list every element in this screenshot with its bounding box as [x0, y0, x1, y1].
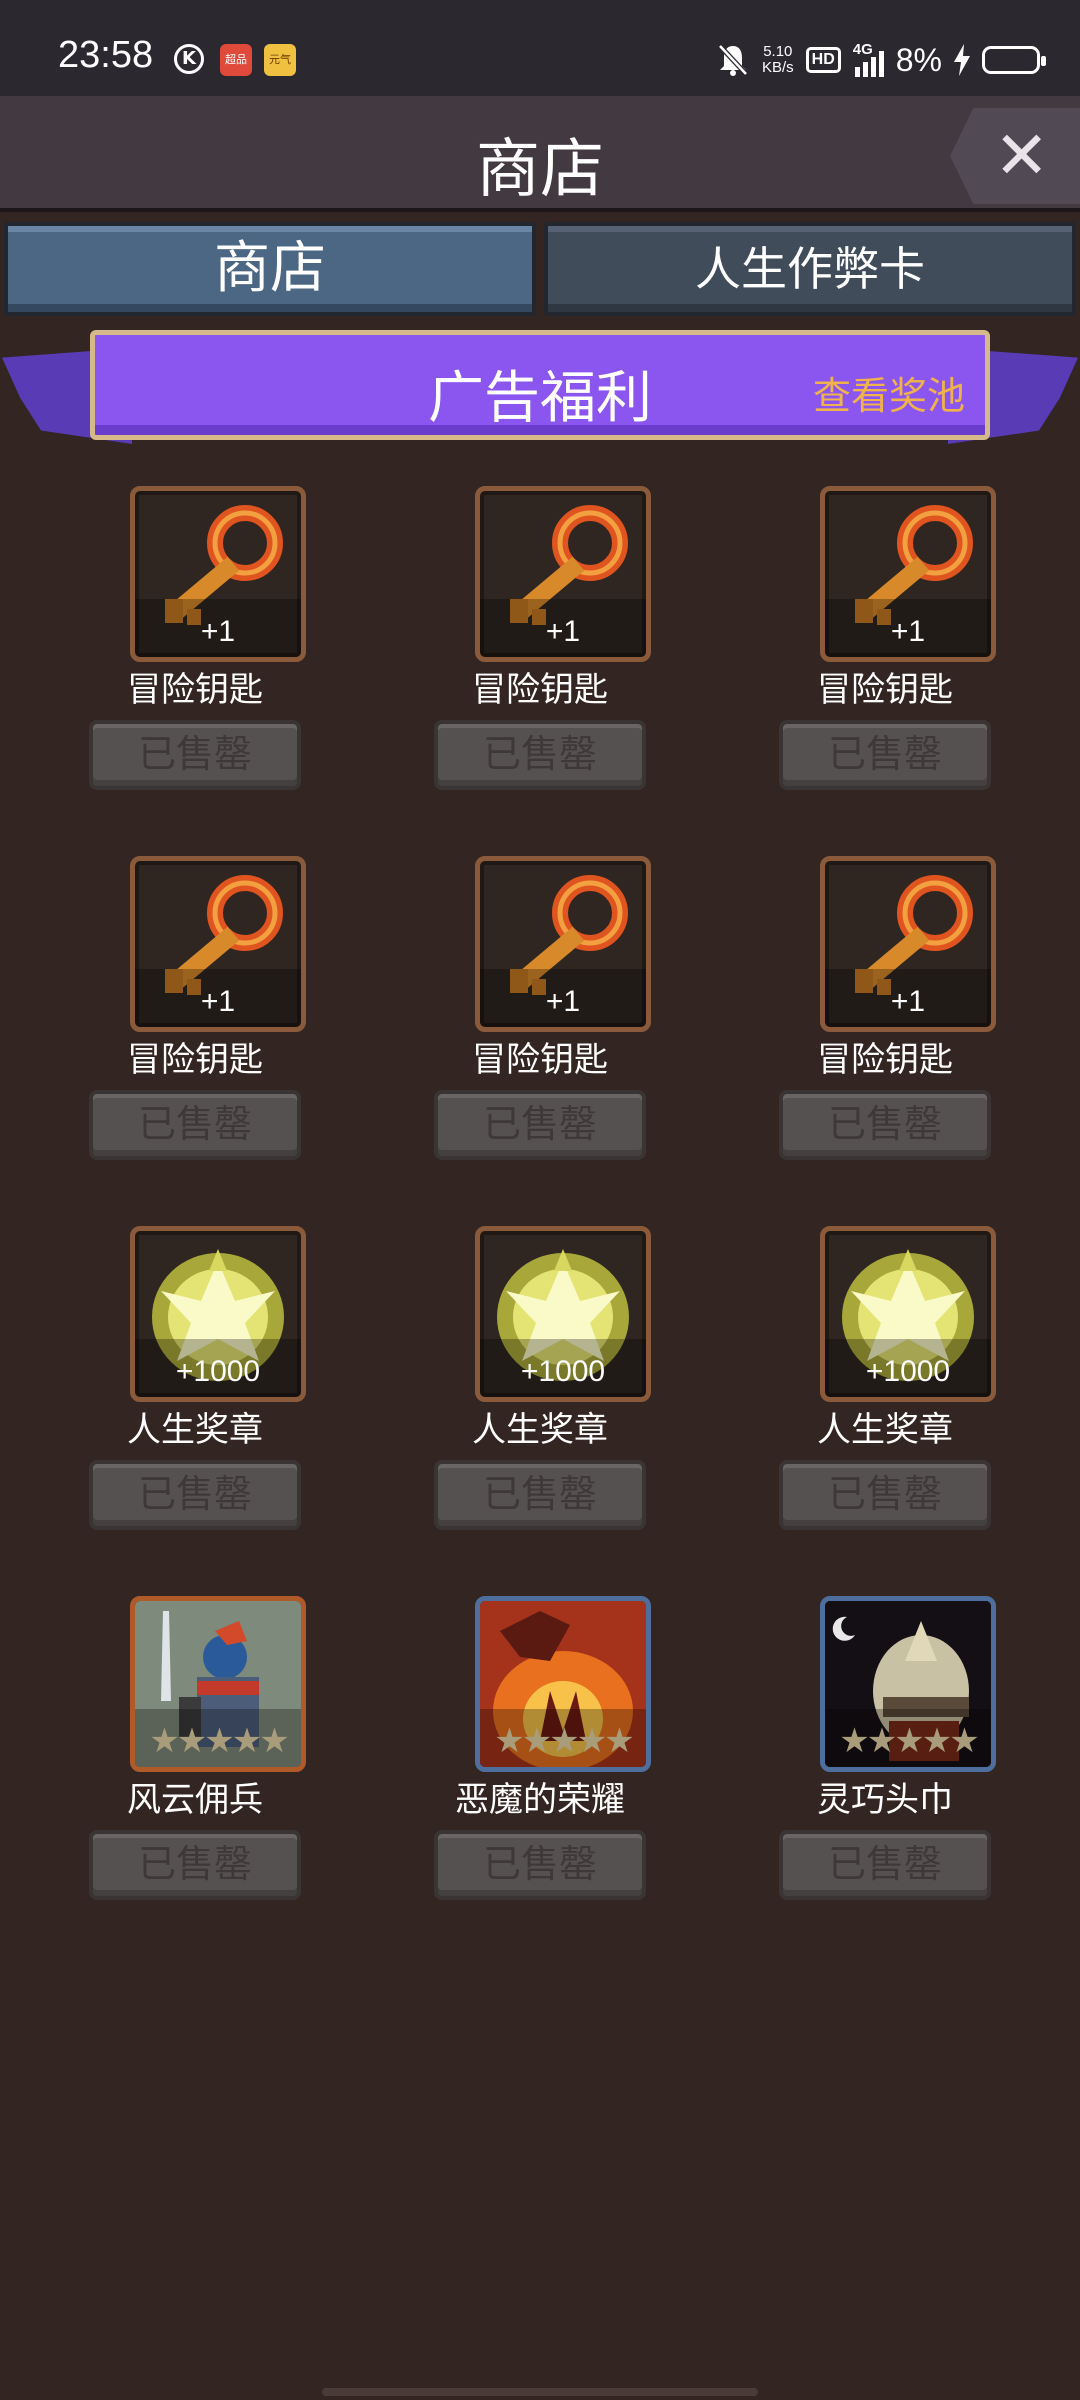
- page-title: 商店: [476, 133, 604, 207]
- item-icon-frame: +1: [130, 486, 306, 662]
- mute-bell-icon: [718, 44, 748, 76]
- shop-item[interactable]: ★★★★★ 风云佣兵 已售罄: [65, 1592, 325, 1902]
- ad-welfare-banner: 广告福利 查看奖池: [0, 326, 1080, 466]
- sold-out-button[interactable]: 已售罄: [89, 1460, 301, 1530]
- item-quantity: +1: [200, 985, 236, 1018]
- banner-plate: 广告福利 查看奖池: [90, 330, 990, 440]
- hd-badge: HD: [805, 47, 841, 73]
- sold-out-button[interactable]: 已售罄: [434, 1090, 646, 1160]
- status-time: 23:58: [58, 34, 154, 76]
- close-button[interactable]: ✕: [950, 108, 1080, 204]
- shop-item[interactable]: +1 冒险钥匙 已售罄: [65, 482, 325, 792]
- item-name: 人生奖章: [472, 1410, 608, 1450]
- item-name: 人生奖章: [127, 1410, 263, 1450]
- shop-item[interactable]: +1000 人生奖章 已售罄: [755, 1222, 1015, 1532]
- tab-shop[interactable]: 商店: [4, 222, 536, 316]
- sold-out-button[interactable]: 已售罄: [89, 720, 301, 790]
- item-quantity: +1: [890, 985, 926, 1018]
- k-app-icon: K: [174, 44, 204, 74]
- item-icon-frame: +1000: [820, 1226, 996, 1402]
- status-bar: 23:58 K 超品 元气 5.10 KB/s HD 4G 8%: [0, 0, 1080, 96]
- sold-out-button[interactable]: 已售罄: [434, 1830, 646, 1900]
- sold-out-button[interactable]: 已售罄: [779, 1090, 991, 1160]
- battery-icon: [982, 46, 1046, 74]
- home-indicator[interactable]: [322, 2388, 758, 2396]
- item-quantity: +1: [545, 615, 581, 648]
- item-quantity: +1: [200, 615, 236, 648]
- item-quantity: +1000: [175, 1355, 261, 1388]
- sold-out-button[interactable]: 已售罄: [779, 1460, 991, 1530]
- battery-percent: 8%: [895, 41, 942, 78]
- shop-header: 商店 ✕: [0, 96, 1080, 212]
- shop-item[interactable]: +1 冒险钥匙 已售罄: [410, 852, 670, 1162]
- item-icon-frame: +1: [130, 856, 306, 1032]
- item-name: 冒险钥匙: [817, 1040, 953, 1080]
- speed-unit: KB/s: [761, 59, 794, 76]
- item-icon-frame: ★★★★★: [130, 1596, 306, 1772]
- shop-item[interactable]: +1000 人生奖章 已售罄: [410, 1222, 670, 1532]
- item-name: 冒险钥匙: [472, 670, 608, 710]
- sold-out-button[interactable]: 已售罄: [779, 1830, 991, 1900]
- speed-value: 5.10: [763, 43, 793, 60]
- shop-screen: 23:58 K 超品 元气 5.10 KB/s HD 4G 8% 商店 ✕ 商店…: [0, 0, 1080, 2400]
- item-icon-frame: +1000: [130, 1226, 306, 1402]
- item-name: 冒险钥匙: [817, 670, 953, 710]
- shop-item[interactable]: +1 冒险钥匙 已售罄: [410, 482, 670, 792]
- item-name: 灵巧头巾: [817, 1780, 953, 1820]
- sold-out-button[interactable]: 已售罄: [434, 1460, 646, 1530]
- signal-icon: 4G: [852, 41, 884, 77]
- shop-item[interactable]: +1 冒险钥匙 已售罄: [65, 852, 325, 1162]
- rating-stars: ★★★★★: [149, 1721, 289, 1761]
- item-name: 冒险钥匙: [127, 670, 263, 710]
- item-icon-frame: ★★★★★: [820, 1596, 996, 1772]
- item-icon-frame: +1: [475, 856, 651, 1032]
- tab-cheat-card[interactable]: 人生作弊卡: [544, 222, 1076, 316]
- charging-bolt-icon: [954, 44, 970, 76]
- item-quantity: +1: [545, 985, 581, 1018]
- shop-item[interactable]: +1 冒险钥匙 已售罄: [755, 482, 1015, 792]
- close-icon: ✕: [994, 117, 1050, 194]
- shop-item[interactable]: ★★★★★ 灵巧头巾 已售罄: [755, 1592, 1015, 1902]
- item-icon-frame: +1: [820, 486, 996, 662]
- app-notification-icon: 超品: [220, 44, 252, 76]
- item-quantity: +1000: [520, 1355, 606, 1388]
- item-name: 冒险钥匙: [472, 1040, 608, 1080]
- network-type: 4G: [852, 41, 873, 58]
- shop-item[interactable]: +1 冒险钥匙 已售罄: [755, 852, 1015, 1162]
- item-icon-frame: ★★★★★: [475, 1596, 651, 1772]
- status-right-group: 5.10 KB/s HD 4G 8%: [716, 38, 1046, 82]
- sold-out-button[interactable]: 已售罄: [89, 1090, 301, 1160]
- rating-stars: ★★★★★: [839, 1721, 979, 1761]
- view-prize-pool-link[interactable]: 查看奖池: [813, 365, 965, 420]
- item-quantity: +1000: [865, 1355, 951, 1388]
- item-icon-frame: +1: [475, 486, 651, 662]
- item-name: 恶魔的荣耀: [455, 1780, 625, 1820]
- network-speed: 5.10 KB/s: [762, 44, 794, 76]
- sold-out-button[interactable]: 已售罄: [779, 720, 991, 790]
- item-name: 风云佣兵: [127, 1780, 263, 1820]
- item-name: 人生奖章: [817, 1410, 953, 1450]
- sold-out-button[interactable]: 已售罄: [89, 1830, 301, 1900]
- item-icon-frame: +1000: [475, 1226, 651, 1402]
- item-icon-frame: +1: [820, 856, 996, 1032]
- app-notification-icon-2: 元气: [264, 44, 296, 76]
- item-name: 冒险钥匙: [127, 1040, 263, 1080]
- shop-item[interactable]: +1000 人生奖章 已售罄: [65, 1222, 325, 1532]
- sold-out-button[interactable]: 已售罄: [434, 720, 646, 790]
- shop-item[interactable]: ★★★★★ 恶魔的荣耀 已售罄: [410, 1592, 670, 1902]
- item-quantity: +1: [890, 615, 926, 648]
- rating-stars: ★★★★★: [494, 1721, 634, 1761]
